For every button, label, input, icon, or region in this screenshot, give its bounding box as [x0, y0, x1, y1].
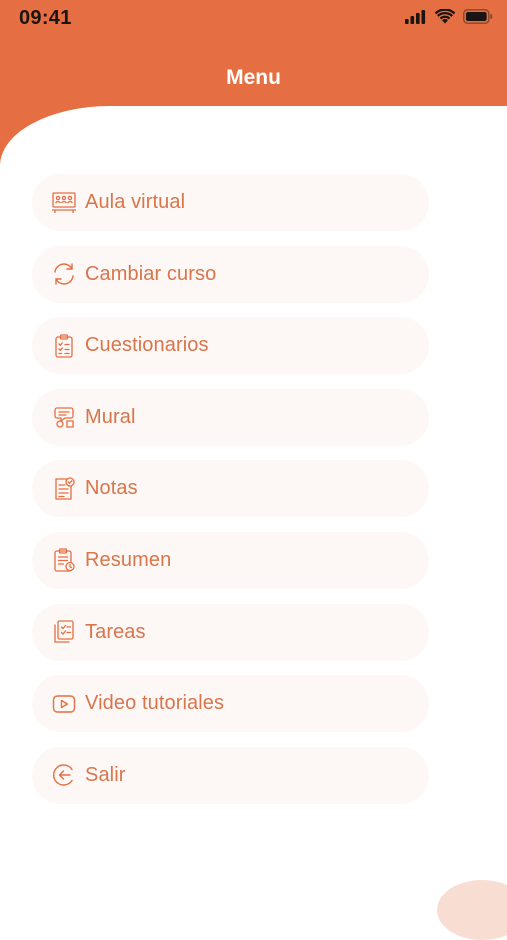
menu-item-label: Resumen: [85, 548, 172, 571]
menu-list: Aula virtual Cambiar curso Cuestionarios: [32, 174, 429, 818]
clipboard-checklist-icon: [50, 332, 78, 360]
menu-item-mural[interactable]: Mural: [32, 388, 429, 446]
menu-item-cuestionarios[interactable]: Cuestionarios: [32, 317, 429, 375]
menu-item-resumen[interactable]: Resumen: [32, 531, 429, 589]
menu-item-label: Notas: [85, 477, 138, 500]
mural-icon: [50, 403, 78, 431]
decorative-blob: [437, 880, 507, 940]
grades-document-icon: [50, 475, 78, 503]
menu-item-notas[interactable]: Notas: [32, 460, 429, 518]
menu-item-tareas[interactable]: Tareas: [32, 603, 429, 661]
menu-item-label: Aula virtual: [85, 191, 186, 213]
battery-icon: [463, 9, 493, 29]
cellular-signal-icon: [405, 9, 427, 29]
menu-item-label: Tareas: [85, 620, 146, 643]
refresh-icon: [50, 260, 78, 288]
video-play-icon: [50, 690, 78, 718]
menu-item-label: Salir: [85, 763, 126, 786]
menu-item-label: Cambiar curso: [85, 262, 217, 285]
menu-item-video-tutoriales[interactable]: Video tutoriales: [32, 675, 429, 733]
summary-clipboard-icon: [50, 546, 78, 574]
menu-item-cambiar-curso[interactable]: Cambiar curso: [32, 245, 429, 303]
app-header: 09:41 Menu: [0, 0, 507, 107]
menu-item-aula-virtual[interactable]: Aula virtual: [32, 174, 429, 231]
menu-item-label: Cuestionarios: [85, 334, 209, 357]
logout-icon: [50, 761, 78, 789]
status-bar: 09:41: [0, 0, 507, 38]
virtual-classroom-icon: [50, 189, 78, 217]
status-icons: [405, 8, 493, 29]
page-title: Menu: [226, 66, 281, 89]
status-time: 09:41: [19, 7, 72, 29]
wifi-icon: [434, 8, 456, 29]
menu-item-label: Mural: [85, 405, 136, 428]
menu-item-label: Video tutoriales: [85, 692, 225, 715]
tasks-icon: [50, 618, 78, 646]
menu-item-salir[interactable]: Salir: [32, 746, 429, 804]
